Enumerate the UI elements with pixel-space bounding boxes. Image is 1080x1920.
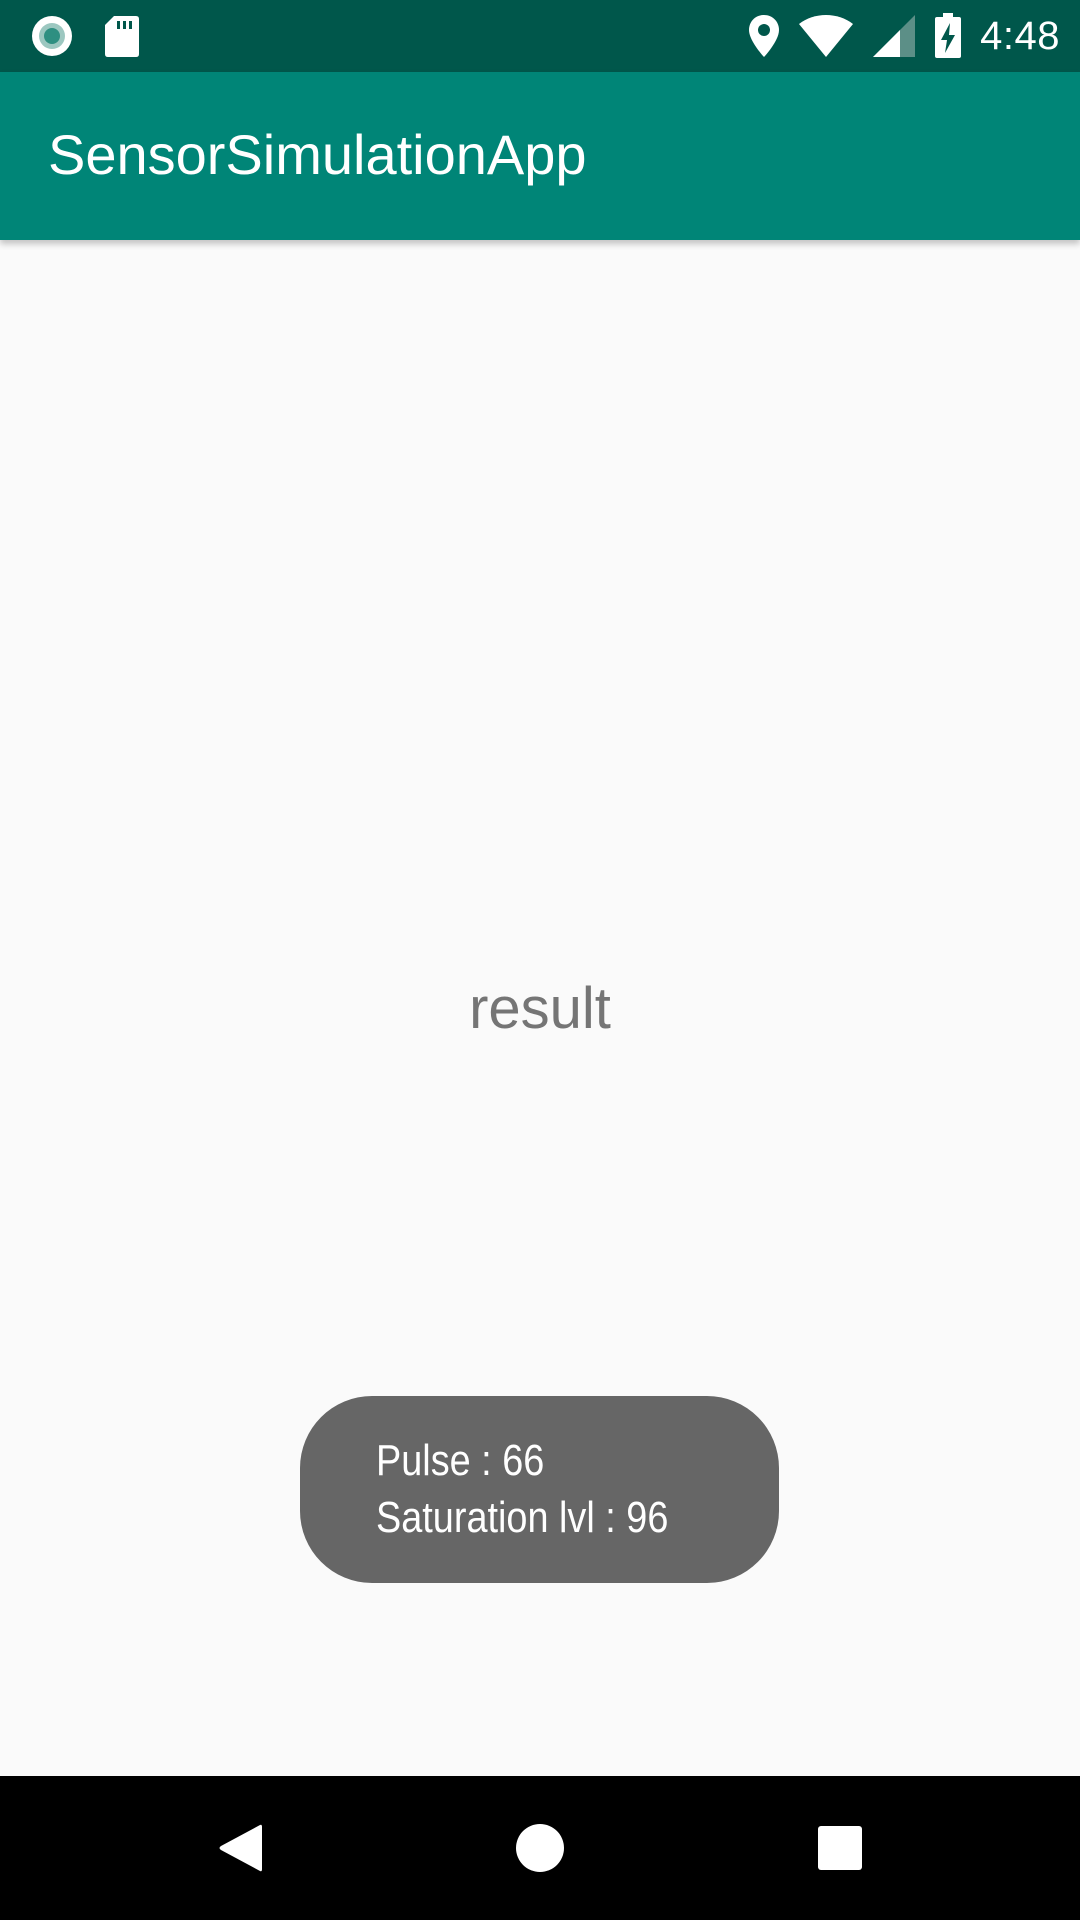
cell-signal-icon	[872, 14, 916, 58]
record-icon	[30, 14, 74, 58]
battery-charging-icon	[934, 13, 962, 59]
screen: 4:48 SensorSimulationApp result Pulse : …	[0, 0, 1080, 1920]
status-bar: 4:48	[0, 0, 1080, 72]
home-button[interactable]	[504, 1812, 576, 1884]
navigation-bar	[0, 1776, 1080, 1920]
toast-pulse-line: Pulse : 66	[376, 1436, 545, 1485]
toast-message: Pulse : 66 Saturation lvl : 96	[300, 1396, 779, 1583]
home-icon	[516, 1824, 564, 1872]
result-text: result	[469, 976, 611, 1041]
location-icon	[748, 14, 780, 58]
back-button[interactable]	[204, 1812, 276, 1884]
status-time: 4:48	[980, 13, 1060, 58]
toast-saturation-line: Saturation lvl : 96	[376, 1493, 669, 1542]
app-bar: SensorSimulationApp	[0, 72, 1080, 240]
app-title: SensorSimulationApp	[48, 123, 587, 186]
sd-card-icon	[104, 14, 140, 58]
back-icon	[219, 1824, 262, 1872]
wifi-icon	[798, 14, 854, 58]
status-right-icons: 4:48	[748, 12, 1060, 60]
recents-button[interactable]	[804, 1812, 876, 1884]
recents-icon	[818, 1826, 862, 1870]
status-left-icons	[30, 12, 140, 60]
